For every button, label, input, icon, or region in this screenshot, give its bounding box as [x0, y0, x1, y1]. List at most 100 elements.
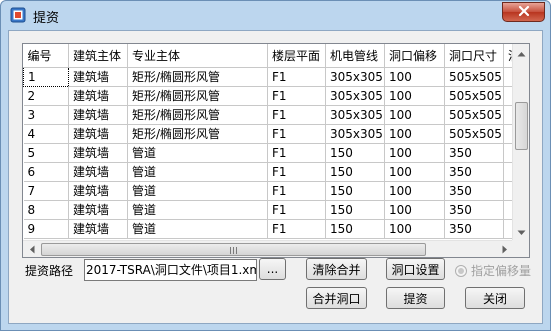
- table-row[interactable]: 9 建筑墙 管道 F1 150 100 350: [23, 219, 529, 239]
- table-cell[interactable]: 1: [23, 66, 69, 87]
- table-cell[interactable]: F1: [267, 143, 326, 163]
- scroll-right-icon: [502, 243, 508, 257]
- table-cell[interactable]: 管道: [127, 143, 268, 163]
- table-row[interactable]: 3 建筑墙 矩形/椭圆形风管 F1 305x305 100 505x505: [23, 105, 529, 125]
- table-cell[interactable]: F1: [267, 67, 326, 87]
- title-bar[interactable]: 提资: [1, 1, 550, 30]
- table-cell[interactable]: 3: [23, 105, 69, 125]
- table-cell[interactable]: 150: [325, 200, 385, 220]
- table-cell[interactable]: 305x305: [325, 124, 385, 144]
- table-cell[interactable]: 150: [325, 181, 385, 201]
- vertical-scroll-thumb[interactable]: [515, 102, 528, 150]
- table-cell[interactable]: F1: [267, 200, 326, 220]
- table-cell[interactable]: 建筑墙: [68, 181, 128, 201]
- table-cell[interactable]: 8: [23, 200, 69, 220]
- vertical-scrollbar[interactable]: [512, 44, 529, 240]
- path-input[interactable]: 2017-TSRA\洞口文件\项目1.xml: [84, 259, 257, 281]
- table-cell[interactable]: 100: [384, 105, 445, 125]
- table-cell[interactable]: 矩形/椭圆形风管: [127, 67, 268, 87]
- table-cell[interactable]: 305x305: [325, 86, 385, 106]
- table-row[interactable]: 7 建筑墙 管道 F1 150 100 350: [23, 181, 529, 201]
- table-cell[interactable]: 管道: [127, 200, 268, 220]
- merge-openings-button[interactable]: 合并洞口: [306, 287, 367, 309]
- table-cell[interactable]: 管道: [127, 219, 268, 239]
- table-cell[interactable]: 100: [384, 200, 445, 220]
- horizontal-scroll-thumb[interactable]: [41, 243, 426, 256]
- table-cell[interactable]: 管道: [127, 181, 268, 201]
- table-cell[interactable]: 6: [23, 162, 69, 182]
- table-cell[interactable]: F1: [267, 86, 326, 106]
- column-header[interactable]: 编号: [23, 44, 69, 68]
- table-cell[interactable]: 305x305: [325, 67, 385, 87]
- column-header[interactable]: 洞口尺寸: [444, 44, 504, 68]
- table-cell[interactable]: 建筑墙: [68, 143, 128, 163]
- table-cell[interactable]: 100: [384, 162, 445, 182]
- table-cell[interactable]: 5: [23, 143, 69, 163]
- table-cell[interactable]: 350: [444, 219, 504, 239]
- clear-merge-button[interactable]: 清除合并: [306, 258, 367, 280]
- table-cell[interactable]: 矩形/椭圆形风管: [127, 124, 268, 144]
- table-cell[interactable]: 矩形/椭圆形风管: [127, 86, 268, 106]
- column-header[interactable]: 建筑主体: [68, 44, 128, 68]
- table-cell[interactable]: 4: [23, 124, 69, 144]
- column-header[interactable]: 楼层平面: [267, 44, 326, 68]
- dialog-body: 编号 建筑主体 专业主体 楼层平面 机电管线 洞口偏移 洞口尺寸 洞 1 建筑墙: [8, 30, 543, 324]
- table-cell[interactable]: F1: [267, 181, 326, 201]
- opening-grid[interactable]: 编号 建筑主体 专业主体 楼层平面 机电管线 洞口偏移 洞口尺寸 洞 1 建筑墙: [22, 43, 530, 258]
- table-row[interactable]: 6 建筑墙 管道 F1 150 100 350: [23, 162, 529, 182]
- table-cell[interactable]: 305x305: [325, 105, 385, 125]
- table-cell[interactable]: 建筑墙: [68, 200, 128, 220]
- table-cell[interactable]: 150: [325, 143, 385, 163]
- table-cell[interactable]: F1: [267, 105, 326, 125]
- scroll-left-button[interactable]: [23, 241, 40, 257]
- table-cell[interactable]: 建筑墙: [68, 162, 128, 182]
- opening-settings-button[interactable]: 洞口设置: [386, 258, 445, 280]
- table-cell[interactable]: 7: [23, 181, 69, 201]
- table-cell[interactable]: 建筑墙: [68, 219, 128, 239]
- close-window-button[interactable]: [502, 2, 545, 22]
- table-cell[interactable]: 350: [444, 143, 504, 163]
- table-cell[interactable]: 350: [444, 162, 504, 182]
- table-cell[interactable]: 150: [325, 162, 385, 182]
- table-cell[interactable]: 505x505: [444, 105, 504, 125]
- table-cell[interactable]: F1: [267, 162, 326, 182]
- table-row[interactable]: 8 建筑墙 管道 F1 150 100 350: [23, 200, 529, 220]
- table-cell[interactable]: 管道: [127, 162, 268, 182]
- offset-radio[interactable]: 指定偏移量: [455, 262, 531, 279]
- scroll-right-button[interactable]: [496, 241, 513, 257]
- table-cell[interactable]: 100: [384, 219, 445, 239]
- table-row[interactable]: 4 建筑墙 矩形/椭圆形风管 F1 305x305 100 505x505: [23, 124, 529, 144]
- table-cell[interactable]: F1: [267, 219, 326, 239]
- table-cell[interactable]: 350: [444, 181, 504, 201]
- submit-button[interactable]: 提资: [386, 287, 445, 309]
- scroll-down-button[interactable]: [513, 223, 529, 240]
- column-header[interactable]: 专业主体: [127, 44, 268, 68]
- table-cell[interactable]: 建筑墙: [68, 105, 128, 125]
- table-cell[interactable]: 建筑墙: [68, 124, 128, 144]
- table-cell[interactable]: 100: [384, 67, 445, 87]
- table-cell[interactable]: 100: [384, 143, 445, 163]
- column-header[interactable]: 机电管线: [325, 44, 385, 68]
- scroll-up-button[interactable]: [513, 44, 529, 61]
- table-cell[interactable]: 100: [384, 86, 445, 106]
- table-cell[interactable]: 350: [444, 200, 504, 220]
- close-button[interactable]: 关闭: [465, 287, 525, 309]
- table-cell[interactable]: F1: [267, 124, 326, 144]
- table-row[interactable]: 5 建筑墙 管道 F1 150 100 350: [23, 143, 529, 163]
- table-row[interactable]: 1 建筑墙 矩形/椭圆形风管 F1 305x305 100 505x505: [23, 66, 529, 87]
- table-cell[interactable]: 100: [384, 124, 445, 144]
- table-cell[interactable]: 建筑墙: [68, 67, 128, 87]
- table-cell[interactable]: 505x505: [444, 67, 504, 87]
- horizontal-scrollbar[interactable]: [23, 240, 513, 257]
- table-cell[interactable]: 2: [23, 86, 69, 106]
- table-cell[interactable]: 9: [23, 219, 69, 239]
- table-cell[interactable]: 505x505: [444, 86, 504, 106]
- table-cell[interactable]: 矩形/椭圆形风管: [127, 105, 268, 125]
- table-row[interactable]: 2 建筑墙 矩形/椭圆形风管 F1 305x305 100 505x505: [23, 86, 529, 106]
- table-cell[interactable]: 505x505: [444, 124, 504, 144]
- table-cell[interactable]: 100: [384, 181, 445, 201]
- browse-button[interactable]: ...: [259, 258, 286, 280]
- column-header[interactable]: 洞口偏移: [384, 44, 445, 68]
- table-cell[interactable]: 150: [325, 219, 385, 239]
- table-cell[interactable]: 建筑墙: [68, 86, 128, 106]
